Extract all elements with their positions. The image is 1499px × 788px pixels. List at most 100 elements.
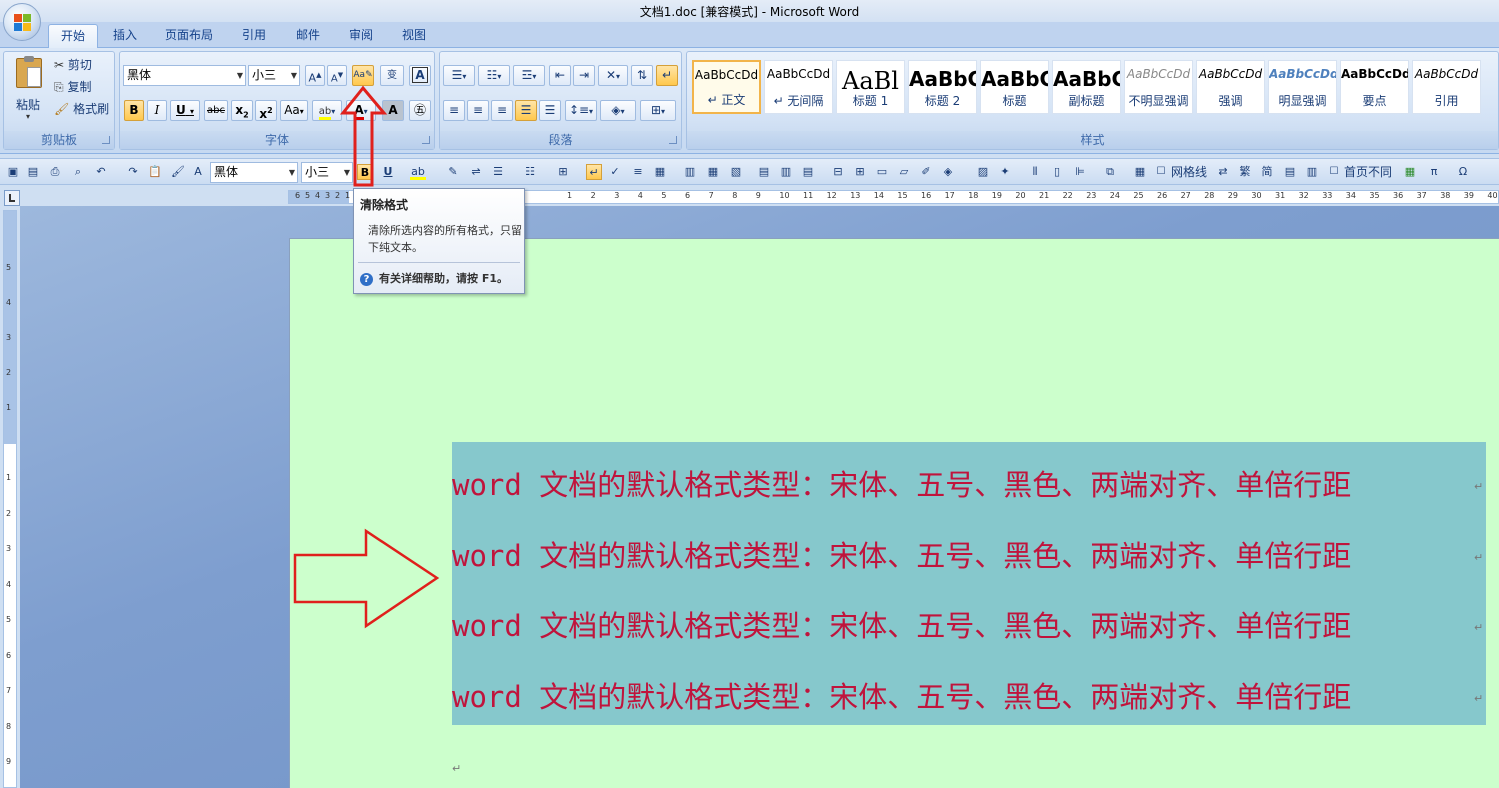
tab-references[interactable]: 引用 (230, 24, 278, 48)
sort-button[interactable]: ⇅ (631, 65, 653, 86)
tab-selector-button[interactable] (4, 190, 20, 206)
paste-icon[interactable]: 📋 (147, 164, 163, 180)
toolbar-table-draw-icon[interactable]: ▥ (682, 164, 698, 180)
style-tile[interactable]: AaBl 标题 1 (836, 60, 905, 114)
shading-button[interactable]: ◈▾ (600, 100, 636, 121)
toolbar-spelling-icon[interactable]: ✓ (607, 164, 623, 180)
print-icon[interactable]: ⎙ (47, 164, 63, 180)
chinese-layout-button[interactable]: ✕▾ (598, 65, 628, 86)
style-tile[interactable]: AaBbC 标题 (980, 60, 1049, 114)
paste-button[interactable]: 粘贴 ▾ (10, 56, 46, 121)
toolbar-page-icon[interactable]: ▯ (1049, 164, 1065, 180)
underline-button[interactable]: U ▾ (170, 100, 200, 121)
toolbar-table-erase-icon[interactable]: ▧ (728, 164, 744, 180)
toolbar-text-direction-icon[interactable]: ⇌ (468, 164, 484, 180)
toolbar-insert-cols-icon[interactable]: ▥ (778, 164, 794, 180)
gridlines-checkbox[interactable]: ☐ (1153, 164, 1169, 180)
format-painter-icon[interactable]: 🖌 (170, 164, 186, 180)
highlight-button[interactable]: ab▾ (312, 100, 342, 121)
toolbar-split-cells-icon[interactable]: ⊞ (852, 164, 868, 180)
toolbar-underline-icon[interactable]: U (380, 164, 396, 180)
undo-icon[interactable]: ↶ (93, 164, 109, 180)
phonetic-guide-button[interactable]: 变 (380, 65, 404, 86)
toolbar-clear-format-icon[interactable]: ✎ (445, 164, 461, 180)
toolbar-borders-icon[interactable]: ⊞ (555, 164, 571, 180)
font-name-combo[interactable]: 黑体 ▼ (123, 65, 246, 86)
subscript-button[interactable]: x2 (231, 100, 253, 121)
style-tile[interactable]: AaBbC 标题 2 (908, 60, 977, 114)
clear-formatting-button[interactable]: Aa✎ (352, 65, 374, 86)
toolbar-trad-simp-icon[interactable]: 繁 (1237, 164, 1253, 180)
style-tile[interactable]: AaBbCcDd 引用 (1412, 60, 1481, 114)
toolbar-align-icon[interactable]: ≡ (630, 164, 646, 180)
distributed-button[interactable]: ☰ (539, 100, 561, 121)
strikethrough-button[interactable]: abc (204, 100, 228, 121)
toolbar-delete-rows-icon[interactable]: ▤ (800, 164, 816, 180)
character-border-button[interactable]: A (409, 65, 431, 86)
tab-mailings[interactable]: 邮件 (284, 24, 332, 48)
toolbar-insert-table-icon[interactable]: ▦ (652, 164, 668, 180)
font-launcher-icon[interactable] (422, 136, 430, 144)
increase-indent-button[interactable]: ⇥ (573, 65, 595, 86)
change-case-button[interactable]: Aa▾ (280, 100, 308, 121)
toolbar-draw-icon[interactable]: ✐ (918, 164, 934, 180)
style-tile[interactable]: AaBbCcDd 要点 (1340, 60, 1409, 114)
style-tile[interactable]: AaBbCcDd ↵ 正文 (692, 60, 761, 114)
superscript-button[interactable]: x2 (255, 100, 277, 121)
justify-button[interactable]: ☰ (515, 100, 537, 121)
toolbar-header-icon[interactable]: ▥ (1304, 164, 1320, 180)
font-style-icon[interactable]: A (190, 164, 206, 180)
toolbar-wordart-icon[interactable]: ▱ (896, 164, 912, 180)
cut-button[interactable]: ✂ 剪切 (54, 56, 92, 74)
grow-font-button[interactable]: A▲ (305, 65, 325, 86)
toolbar-column-icon[interactable]: ⫴ (1027, 164, 1043, 180)
save-icon[interactable]: ▣ (5, 164, 21, 180)
toolbar-translate-icon[interactable]: ⇄ (1215, 164, 1231, 180)
toolbar-symbol-icon[interactable]: Ω (1455, 164, 1471, 180)
office-button[interactable] (3, 3, 41, 41)
toolbar-show-marks-icon[interactable]: ↵ (586, 164, 602, 180)
toolbar-merge-cells-icon[interactable]: ⊟ (830, 164, 846, 180)
clipboard-launcher-icon[interactable] (102, 136, 110, 144)
decrease-indent-button[interactable]: ⇤ (549, 65, 571, 86)
multilevel-list-button[interactable]: ☲▾ (513, 65, 545, 86)
toolbar-align-objects-icon[interactable]: ⊫ (1072, 164, 1088, 180)
style-tile[interactable]: AaBbCcDd ↵ 无间隔 (764, 60, 833, 114)
toolbar-size-combo[interactable]: 小三 ▼ (301, 162, 353, 183)
paragraph-launcher-icon[interactable] (669, 136, 677, 144)
borders-button[interactable]: ⊞▾ (640, 100, 676, 121)
vertical-ruler[interactable]: 5 4 3 2 1 1 2 3 4 5 6 7 8 9 (3, 210, 17, 788)
print-preview-icon[interactable]: ⌕ (70, 164, 86, 180)
character-shading-button[interactable]: A (382, 100, 404, 121)
bullets-button[interactable]: ☰▾ (443, 65, 475, 86)
style-tile[interactable]: AaBbC 副标题 (1052, 60, 1121, 114)
show-hide-marks-button[interactable]: ↵ (656, 65, 678, 86)
toolbar-bullets-icon[interactable]: ☰ (490, 164, 506, 180)
toolbar-picture-icon[interactable]: ▨ (975, 164, 991, 180)
toolbar-textbox-icon[interactable]: ▭ (874, 164, 890, 180)
tab-page-layout[interactable]: 页面布局 (153, 24, 225, 48)
line-spacing-button[interactable]: ↕≡▾ (565, 100, 597, 121)
format-painter-button[interactable]: 🖌 格式刷 (54, 100, 109, 118)
toolbar-group-icon[interactable]: ⧉ (1102, 164, 1118, 180)
align-right-button[interactable]: ≡ (491, 100, 513, 121)
document-line[interactable]: word 文档的默认格式类型：宋体、五号、黑色、两端对齐、单倍行距 (452, 603, 1351, 645)
tab-home[interactable]: 开始 (48, 24, 99, 48)
align-left-button[interactable]: ≡ (443, 100, 465, 121)
bold-button[interactable]: B (124, 100, 144, 121)
document-line[interactable]: word 文档的默认格式类型：宋体、五号、黑色、两端对齐、单倍行距 (452, 462, 1351, 504)
toolbar-clipart-icon[interactable]: ✦ (997, 164, 1013, 180)
font-size-combo[interactable]: 小三 ▼ (248, 65, 300, 86)
toolbar-numbering-icon[interactable]: ☷ (522, 164, 538, 180)
italic-button[interactable]: I (147, 100, 167, 121)
style-tile[interactable]: AaBbCcDd 强调 (1196, 60, 1265, 114)
align-center-button[interactable]: ≡ (467, 100, 489, 121)
toolbar-simplified-icon[interactable]: 简 (1259, 164, 1275, 180)
toolbar-spreadsheet-icon[interactable]: ▦ (1402, 164, 1418, 180)
toolbar-table-grid-icon[interactable]: ▦ (705, 164, 721, 180)
copy-button[interactable]: ⎘ 复制 (54, 78, 91, 96)
numbering-button[interactable]: ☷▾ (478, 65, 510, 86)
style-tile[interactable]: AaBbCcDd 明显强调 (1268, 60, 1337, 114)
shrink-font-button[interactable]: A▼ (327, 65, 347, 86)
toolbar-fill-icon[interactable]: ◈ (940, 164, 956, 180)
